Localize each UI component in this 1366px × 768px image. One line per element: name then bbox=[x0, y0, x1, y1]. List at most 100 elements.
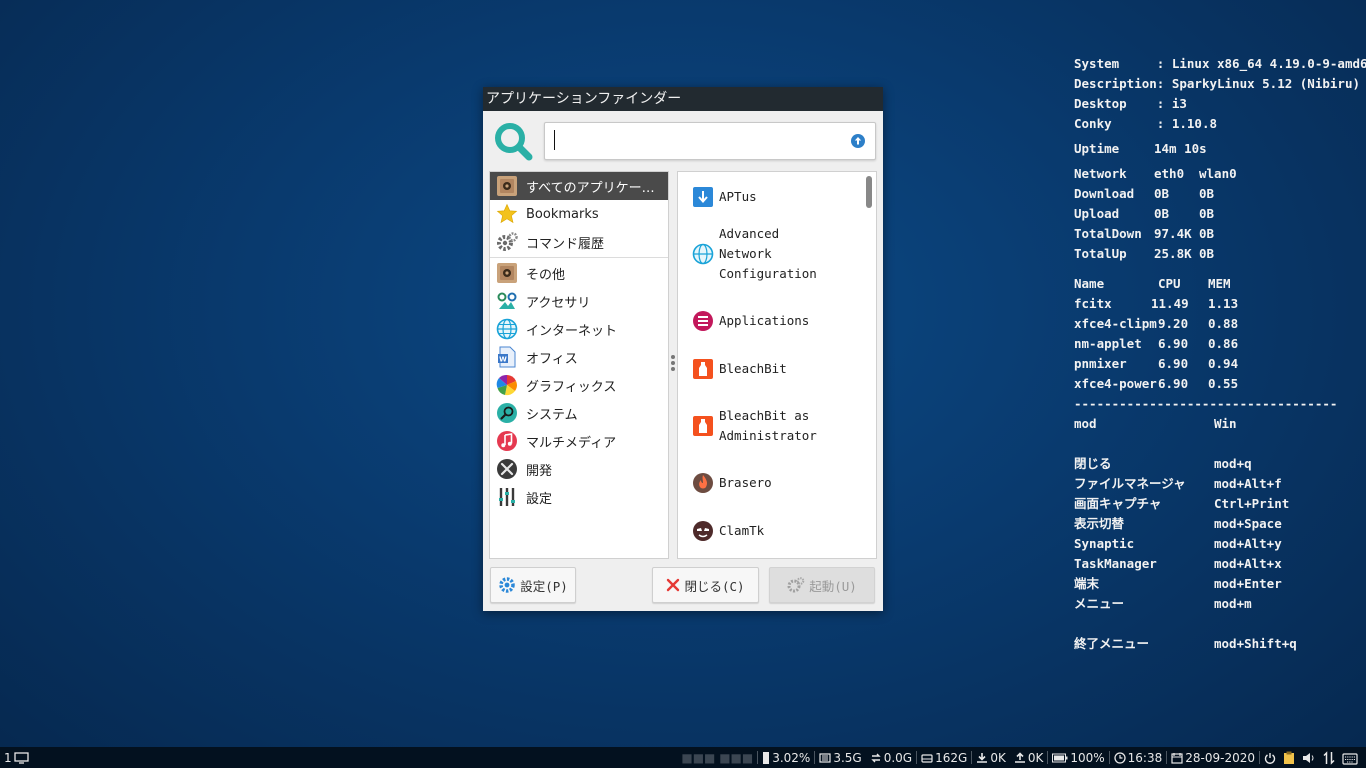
network-transfer-icon[interactable] bbox=[1323, 750, 1335, 765]
conky-keys-header: mod Win bbox=[1074, 416, 1237, 431]
clock-icon bbox=[1114, 751, 1126, 764]
conky-key-row: 表示切替 mod+Space bbox=[1074, 516, 1282, 531]
workspace-button[interactable]: 1 bbox=[4, 747, 29, 768]
applications-icon bbox=[693, 311, 713, 331]
settings-button[interactable]: 設定(P) bbox=[490, 567, 576, 603]
app-label: BleachBit as Administrator bbox=[719, 408, 817, 443]
pane-splitter-handle[interactable] bbox=[670, 355, 676, 375]
app-item-applications[interactable]: Applications bbox=[678, 310, 860, 332]
category-multimedia[interactable]: マルチメディア bbox=[490, 427, 668, 455]
category-label: アクセサリ bbox=[526, 295, 591, 311]
category-label: システム bbox=[526, 407, 578, 423]
app-item-advanced-network-configuration[interactable]: Advanced Network Configuration bbox=[678, 224, 860, 284]
app-label: Applications bbox=[719, 313, 810, 328]
conky-network-row: Download 0B 0B bbox=[1074, 186, 1215, 201]
category-graphics[interactable]: グラフィックス bbox=[490, 371, 668, 399]
bleachbit-admin-icon bbox=[693, 416, 713, 436]
conky-description-row: Description: SparkyLinux 5.12 (Nibiru) bbox=[1074, 76, 1360, 91]
bleachbit-icon bbox=[693, 359, 713, 379]
disk-block: 162G bbox=[917, 751, 971, 765]
upload-icon bbox=[1014, 751, 1025, 763]
battery-icon bbox=[1052, 753, 1068, 762]
category-command-history[interactable]: コマンド履歴 bbox=[490, 228, 668, 256]
conky-key-row: TaskManager mod+Alt+x bbox=[1074, 556, 1282, 571]
app-item-aptus[interactable]: APTus bbox=[678, 186, 860, 208]
swap-block: 0.0G bbox=[866, 751, 916, 765]
search-input[interactable] bbox=[551, 127, 845, 155]
conky-key-row: 端末 mod+Enter bbox=[1074, 576, 1282, 591]
app-list-scrollbar[interactable] bbox=[864, 174, 874, 556]
settings-icon bbox=[499, 488, 515, 506]
swap-icon bbox=[871, 753, 881, 762]
disk-icon bbox=[921, 753, 933, 763]
clamtk-icon bbox=[693, 521, 713, 541]
app-item-brasero[interactable]: Brasero bbox=[678, 472, 860, 494]
download-icon bbox=[977, 752, 988, 763]
cpu-value: 3.02% bbox=[772, 750, 811, 765]
app-item-bleachbit[interactable]: BleachBit bbox=[678, 358, 860, 380]
conky-system-monitor: System : Linux x86_64 4.19.0-9-amd64 Des… bbox=[1074, 54, 1366, 654]
internet-icon bbox=[496, 318, 518, 340]
conky-key-row: 画面キャプチャ Ctrl+Print bbox=[1074, 496, 1290, 511]
search-field[interactable] bbox=[544, 122, 876, 160]
application-list: APTus Advanced Network Configuration App… bbox=[677, 171, 877, 559]
conky-key-row: メニュー mod+m bbox=[1074, 596, 1252, 611]
text-caret bbox=[554, 130, 555, 150]
category-settings[interactable]: 設定 bbox=[490, 483, 668, 511]
app-item-clamtk[interactable]: ClamTk bbox=[678, 520, 860, 542]
clipboard-icon[interactable] bbox=[1283, 751, 1295, 765]
launch-button[interactable]: 起動(U) bbox=[769, 567, 875, 603]
volume-icon[interactable] bbox=[1302, 752, 1316, 764]
conky-uptime-row: Uptime 14m 10s bbox=[1074, 141, 1207, 156]
conky-key-row: 閉じる mod+q bbox=[1074, 456, 1252, 471]
swap-value: 0.0G bbox=[883, 750, 913, 765]
brasero-icon bbox=[693, 473, 713, 493]
close-button[interactable]: 閉じる(C) bbox=[652, 567, 759, 603]
window-title: アプリケーションファインダー bbox=[483, 87, 883, 111]
conky-process-row: pnmixer 6.90 0.94 bbox=[1074, 356, 1239, 371]
star-icon bbox=[496, 203, 518, 224]
launch-button-label: 起動(U) bbox=[809, 578, 857, 594]
conky-network-row: TotalUp 25.8K 0B bbox=[1074, 246, 1215, 261]
memory-value: 3.5G bbox=[833, 750, 862, 765]
svg-text:W: W bbox=[499, 356, 507, 364]
app-label: BleachBit bbox=[719, 361, 787, 376]
category-development[interactable]: 開発 bbox=[490, 455, 668, 483]
battery-block: 100% bbox=[1048, 751, 1108, 765]
search-row bbox=[483, 111, 883, 167]
conky-desktop-row: Desktop : i3 bbox=[1074, 96, 1187, 111]
development-icon bbox=[497, 459, 517, 479]
category-label: オフィス bbox=[526, 351, 578, 367]
keyboard-icon[interactable] bbox=[1342, 751, 1358, 765]
disk-value: 162G bbox=[935, 750, 968, 765]
power-icon[interactable] bbox=[1264, 752, 1276, 764]
app-label: APTus bbox=[719, 189, 757, 204]
category-all-applications[interactable]: すべてのアプリケー… bbox=[490, 172, 668, 200]
category-other[interactable]: その他 bbox=[490, 259, 668, 287]
app-item-bleachbit-as-administrator[interactable]: BleachBit as Administrator bbox=[678, 406, 860, 446]
close-button-label: 閉じる(C) bbox=[684, 578, 745, 594]
category-label: インターネット bbox=[526, 323, 618, 339]
category-label: 設定 bbox=[526, 491, 553, 507]
category-bookmarks[interactable]: Bookmarks bbox=[490, 200, 668, 228]
category-label: マルチメディア bbox=[526, 435, 617, 451]
category-office[interactable]: W オフィス bbox=[490, 343, 668, 371]
monitor-icon bbox=[13, 751, 29, 764]
search-icon bbox=[495, 123, 533, 161]
category-system[interactable]: システム bbox=[490, 399, 668, 427]
status-blocks: ■■■ ■■■ 3.02% 3.5G 0.0G 162G 0K 0K 100% … bbox=[677, 747, 1364, 768]
category-internet[interactable]: インターネット bbox=[490, 315, 668, 343]
conky-process-row: nm-applet 6.90 0.86 bbox=[1074, 336, 1239, 351]
category-accessories[interactable]: アクセサリ bbox=[490, 287, 668, 315]
close-icon bbox=[667, 578, 680, 592]
all-apps-icon bbox=[497, 176, 517, 196]
system-icon bbox=[497, 403, 517, 423]
conky-key-row: ファイルマネージャ mod+Alt+f bbox=[1074, 476, 1282, 491]
clear-search-icon[interactable] bbox=[851, 134, 865, 148]
conky-network-row: TotalDown 97.4K 0B bbox=[1074, 226, 1215, 241]
scrollbar-thumb[interactable] bbox=[866, 176, 872, 208]
upload-value: 0K bbox=[1027, 750, 1044, 765]
battery-value: 100% bbox=[1070, 750, 1105, 765]
upload-block: 0K bbox=[1010, 751, 1048, 765]
aptus-icon bbox=[693, 187, 713, 207]
